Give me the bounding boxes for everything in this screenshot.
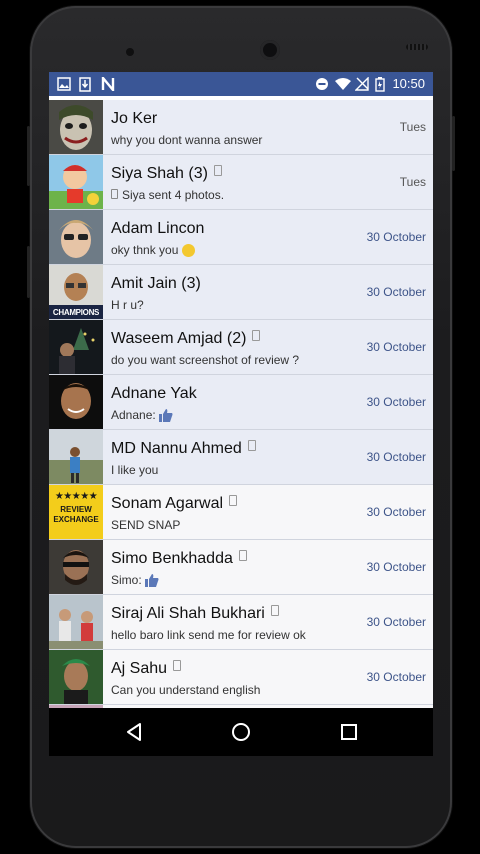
conversation-row[interactable]: Siya Shah (3) Siya sent 4 photos. Tues xyxy=(49,155,433,210)
emoji-smile-icon xyxy=(181,244,195,257)
image-icon xyxy=(57,76,71,92)
avatar xyxy=(49,595,103,649)
contact-name: Siraj Ali Shah Bukhari xyxy=(111,605,279,623)
phone-icon xyxy=(213,165,222,176)
contact-name: Aj Sahu xyxy=(111,660,182,678)
avatar-stars: ★★★★★ xyxy=(54,491,98,502)
avatar-caption: REVIEW xyxy=(60,505,92,514)
message-time: 30 October xyxy=(366,670,426,684)
message-time: 30 October xyxy=(366,505,426,519)
phone-icon xyxy=(173,660,182,671)
message-snippet: oky thnk you xyxy=(111,243,195,257)
home-button[interactable] xyxy=(229,720,253,744)
phone-icon xyxy=(252,330,261,341)
message-time: 30 October xyxy=(366,560,426,574)
avatar: CHAMPIONS xyxy=(49,265,103,319)
avatar xyxy=(49,375,103,429)
conversation-row[interactable]: Waseem Amjad (2) do you want screenshot … xyxy=(49,320,433,375)
wifi-icon xyxy=(335,76,351,92)
contact-name: Amit Jain (3) xyxy=(111,275,201,292)
speaker-grille xyxy=(406,44,428,50)
navigation-bar xyxy=(49,708,433,756)
message-snippet: Simo: xyxy=(111,573,159,590)
front-camera xyxy=(260,40,280,60)
message-snippet: Adnane: xyxy=(111,408,173,425)
message-time: 30 October xyxy=(366,450,426,464)
message-time: Tues xyxy=(399,175,426,189)
avatar: ★★★★★ REVIEW EXCHANGE xyxy=(49,485,103,539)
contact-name: Sonam Agarwal xyxy=(111,495,238,513)
message-time: 30 October xyxy=(366,395,426,409)
phone-icon xyxy=(270,605,279,616)
message-snippet: Siya sent 4 photos. xyxy=(111,188,224,202)
conversation-list[interactable]: Jo Ker why you dont wanna answer Tues Si… xyxy=(49,96,433,708)
avatar-caption: CHAMPIONS xyxy=(52,308,100,317)
attachment-icon xyxy=(111,189,118,199)
message-time: 30 October xyxy=(366,340,426,354)
power-button xyxy=(27,126,30,186)
avatar xyxy=(49,320,103,374)
signal-icon xyxy=(355,76,369,92)
conversation-row[interactable]: Adnane Yak Adnane: 30 October xyxy=(49,375,433,430)
avatar-caption: EXCHANGE xyxy=(53,515,99,524)
contact-name: Adnane Yak xyxy=(111,385,197,402)
message-time: 30 October xyxy=(366,230,426,244)
message-snippet: Can you understand english xyxy=(111,683,261,697)
phone-icon xyxy=(247,440,256,451)
status-time: 10:50 xyxy=(392,76,425,91)
contact-name: MD Nannu Ahmed xyxy=(111,440,256,458)
proximity-sensor xyxy=(126,48,134,56)
conversation-row[interactable]: Adam Lincon oky thnk you 30 October xyxy=(49,210,433,265)
side-button-right xyxy=(452,116,455,171)
contact-name: Siya Shah (3) xyxy=(111,165,222,183)
avatar xyxy=(49,210,103,264)
n-app-icon xyxy=(101,76,115,92)
avatar xyxy=(49,155,103,209)
message-snippet: H r u? xyxy=(111,298,144,312)
conversation-row[interactable]: MD Nannu Ahmed I like you 30 October xyxy=(49,430,433,485)
avatar xyxy=(49,650,103,704)
avatar xyxy=(49,540,103,594)
message-snippet: why you dont wanna answer xyxy=(111,133,263,147)
recents-button[interactable] xyxy=(337,720,361,744)
conversation-row[interactable]: Aj Sahu Can you understand english 30 Oc… xyxy=(49,650,433,705)
download-icon xyxy=(79,76,91,92)
message-time: Tues xyxy=(399,120,426,134)
do-not-disturb-icon xyxy=(315,76,329,92)
conversation-row[interactable]: CHAMPIONS Amit Jain (3) H r u? 30 Octobe… xyxy=(49,265,433,320)
contact-name: Jo Ker xyxy=(111,110,158,127)
battery-icon xyxy=(375,76,385,92)
thumbs-up-icon xyxy=(145,574,159,590)
contact-name: Simo Benkhadda xyxy=(111,550,247,568)
message-snippet: SEND SNAP xyxy=(111,518,181,532)
conversation-row[interactable]: Jo Ker why you dont wanna answer Tues xyxy=(49,100,433,155)
thumbs-up-icon xyxy=(159,409,173,425)
screen: 10:50 Jo Ker why you dont wanna answer T… xyxy=(49,72,433,756)
message-time: 30 October xyxy=(366,285,426,299)
message-time: 30 October xyxy=(366,615,426,629)
volume-button xyxy=(27,246,30,298)
conversation-row[interactable]: ★★★★★ REVIEW EXCHANGE Sonam Agarwal SEND… xyxy=(49,485,433,540)
phone-icon xyxy=(238,550,247,561)
conversation-row[interactable]: Simo Benkhadda Simo: 30 October xyxy=(49,540,433,595)
message-snippet: do you want screenshot of review ? xyxy=(111,353,300,367)
back-button[interactable] xyxy=(122,720,146,744)
avatar xyxy=(49,430,103,484)
avatar xyxy=(49,100,103,154)
message-snippet: hello baro link send me for review ok xyxy=(111,628,306,642)
contact-name: Waseem Amjad (2) xyxy=(111,330,261,348)
phone-icon xyxy=(229,495,238,506)
message-snippet: I like you xyxy=(111,463,159,477)
contact-name: Adam Lincon xyxy=(111,220,205,237)
status-bar: 10:50 xyxy=(49,72,433,96)
conversation-row[interactable]: Siraj Ali Shah Bukhari hello baro link s… xyxy=(49,595,433,650)
